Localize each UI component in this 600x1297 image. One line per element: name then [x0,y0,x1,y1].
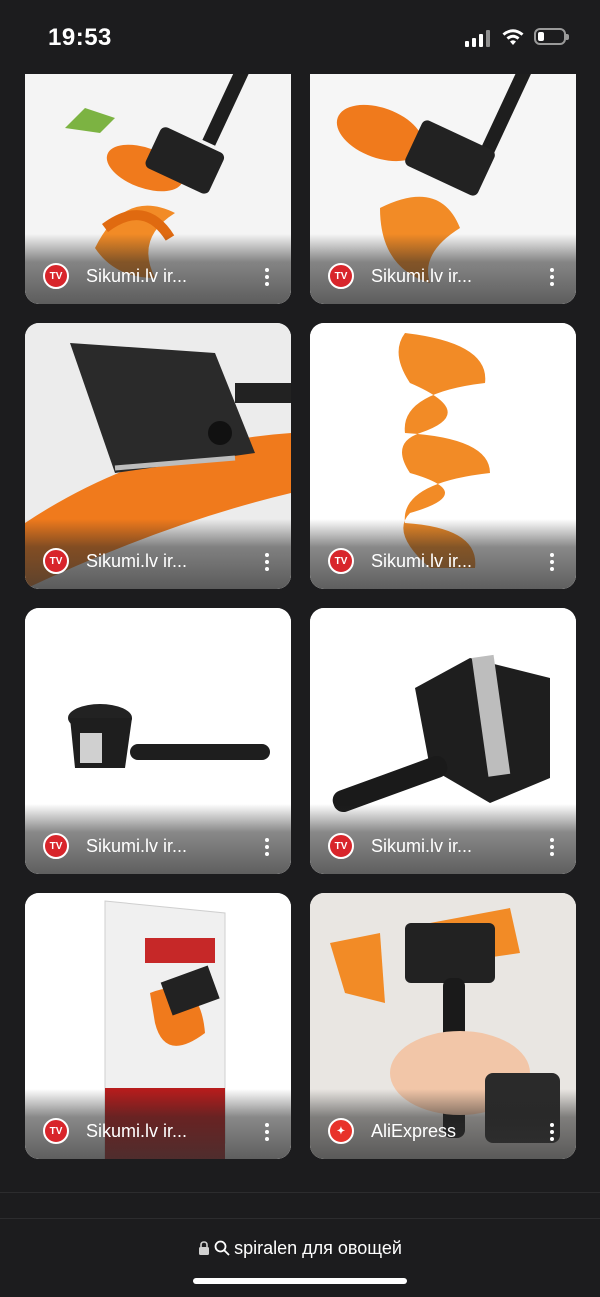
image-result-card[interactable]: TV Sikumi.lv ir... [25,323,291,589]
more-options-icon[interactable] [544,834,560,860]
more-options-icon[interactable] [259,264,275,290]
as-seen-on-tv-icon: TV [328,263,354,289]
result-source-label[interactable]: Sikumi.lv ir... [371,266,472,287]
home-indicator[interactable] [193,1278,407,1284]
status-time: 19:53 [48,24,112,51]
result-source-label[interactable]: Sikumi.lv ir... [371,551,472,572]
browser-bottom-bar: spiralen для овощей [0,1180,600,1297]
lock-icon [199,1240,210,1255]
result-source-label[interactable]: Sikumi.lv ir... [371,836,472,857]
as-seen-on-tv-icon: TV [328,833,354,859]
as-seen-on-tv-icon: TV [43,1118,69,1144]
divider [0,1192,600,1193]
image-results-grid: TV Sikumi.lv ir... TV Sikumi.lv ir... TV… [0,0,600,1180]
image-result-card[interactable]: TV Sikumi.lv ir... [310,323,576,589]
result-source-label[interactable]: Sikumi.lv ir... [86,551,187,572]
result-source-label[interactable]: AliExpress [371,1121,456,1142]
wifi-icon [502,29,524,45]
more-options-icon[interactable] [259,1119,275,1145]
more-options-icon[interactable] [259,549,275,575]
search-icon [214,1240,230,1256]
more-options-icon[interactable] [544,264,560,290]
as-seen-on-tv-icon: TV [328,548,354,574]
as-seen-on-tv-icon: TV [43,833,69,859]
result-source-label[interactable]: Sikumi.lv ir... [86,266,187,287]
as-seen-on-tv-icon: TV [43,263,69,289]
image-result-card[interactable]: TV Sikumi.lv ir... [25,608,291,874]
battery-icon [534,28,569,45]
image-result-card[interactable]: ✦ AliExpress [310,893,576,1159]
aliexpress-icon: ✦ [328,1118,354,1144]
address-bar[interactable]: spiralen для овощей [0,1236,600,1260]
image-result-card[interactable]: TV Sikumi.lv ir... [310,608,576,874]
as-seen-on-tv-icon: TV [43,548,69,574]
divider [0,1218,600,1219]
more-options-icon[interactable] [259,834,275,860]
more-options-icon[interactable] [544,549,560,575]
status-bar: 19:53 [0,0,600,74]
result-source-label[interactable]: Sikumi.lv ir... [86,1121,187,1142]
more-options-icon[interactable] [544,1119,560,1145]
image-result-card[interactable]: TV Sikumi.lv ir... [25,38,291,304]
result-source-label[interactable]: Sikumi.lv ir... [86,836,187,857]
cellular-signal-icon [465,30,491,47]
search-query: spiralen для овощей [234,1237,402,1258]
image-result-card[interactable]: TV Sikumi.lv ir... [25,893,291,1159]
image-result-card[interactable]: TV Sikumi.lv ir... [310,38,576,304]
